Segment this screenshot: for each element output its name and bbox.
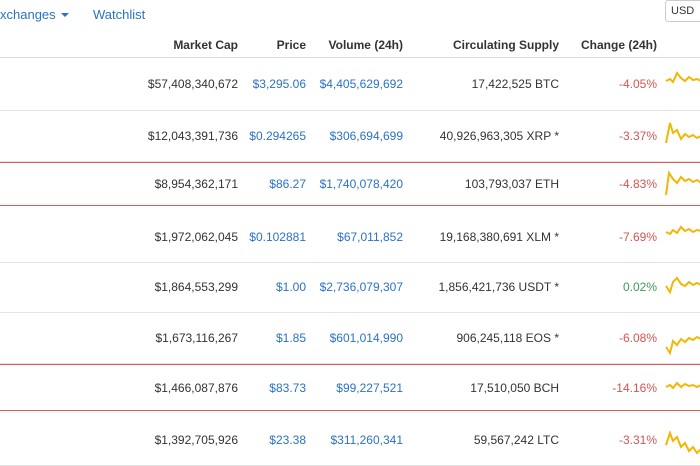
change-cell: -4.05% xyxy=(618,77,657,91)
table-row[interactable]: $1,972,062,045 $0.102881 $67,011,852 19,168… xyxy=(0,212,700,263)
change-cell: -7.69% xyxy=(618,230,657,244)
price-sparkline-graph[interactable] xyxy=(664,121,700,151)
circulating-supply-cell: 40,926,963,305 XRP * xyxy=(439,129,559,143)
market-cap-cell: $1,673,116,267 xyxy=(155,331,238,345)
sparkline-path xyxy=(665,430,700,455)
header-change[interactable]: Change (24h) xyxy=(581,38,657,52)
market-cap-cell: $12,043,391,736 xyxy=(147,129,238,143)
watchlist-link[interactable]: Watchlist xyxy=(93,7,145,22)
price-link[interactable]: $23.38 xyxy=(269,433,306,447)
market-cap-cell: $57,408,340,672 xyxy=(147,77,238,91)
circulating-supply-cell: 17,422,525 BTC xyxy=(471,77,559,91)
volume-link[interactable]: $311,260,341 xyxy=(330,433,403,447)
sparkline-path xyxy=(665,122,700,144)
volume-link[interactable]: $4,405,629,692 xyxy=(320,77,403,91)
circulating-supply-cell: 103,793,037 ETH xyxy=(464,177,559,191)
price-sparkline-graph[interactable] xyxy=(664,169,700,199)
header-volume[interactable]: Volume (24h) xyxy=(329,38,403,52)
table-row[interactable]: $12,043,391,736 $0.294265 $306,694,699 40,9… xyxy=(0,111,700,162)
change-cell: -4.83% xyxy=(618,177,657,191)
change-cell: -3.31% xyxy=(618,433,657,447)
change-cell: -6.08% xyxy=(618,331,657,345)
change-cell: -3.37% xyxy=(618,129,657,143)
sparkline-path xyxy=(665,71,700,84)
circulating-supply-cell: 906,245,118 EOS * xyxy=(456,331,559,345)
circulating-supply-cell: 59,567,242 LTC xyxy=(473,433,559,447)
market-cap-cell: $1,466,087,876 xyxy=(154,381,238,395)
volume-link[interactable]: $306,694,699 xyxy=(330,129,403,143)
table-row[interactable]: $57,408,340,672 $3,295.06 $4,405,629,692 17… xyxy=(0,58,700,111)
price-sparkline-graph[interactable] xyxy=(664,69,700,99)
volume-link[interactable]: $601,014,990 xyxy=(330,331,403,345)
table-row[interactable]: $1,673,116,267 $1.85 $601,014,990 906,245,1… xyxy=(0,313,700,364)
market-cap-cell: $8,954,362,171 xyxy=(154,177,238,191)
currency-select[interactable]: USD xyxy=(665,0,700,22)
header-price[interactable]: Price xyxy=(277,38,306,52)
currency-label: USD xyxy=(671,5,695,17)
volume-link[interactable]: $99,227,521 xyxy=(336,381,403,395)
circulating-supply-cell: 1,856,421,736 USDT * xyxy=(438,280,559,294)
volume-link[interactable]: $67,011,852 xyxy=(337,230,403,244)
price-sparkline-graph[interactable] xyxy=(664,323,700,356)
table-header: Market Cap Price Volume (24h) Circulatin… xyxy=(0,30,700,58)
price-sparkline-graph[interactable] xyxy=(664,222,700,252)
market-cap-cell: $1,392,705,926 xyxy=(154,433,238,447)
table-row[interactable]: $8,954,362,171 $86.27 $1,740,078,420 103,79… xyxy=(0,162,700,206)
price-link[interactable]: $1.85 xyxy=(276,331,306,345)
exchanges-label: xchanges xyxy=(0,7,56,22)
table-row[interactable]: $1,864,553,299 $1.00 $2,736,079,307 1,856,4… xyxy=(0,263,700,313)
table-row[interactable]: $1,466,087,876 $83.73 $99,227,521 17,510,05… xyxy=(0,364,700,411)
change-cell: -14.16% xyxy=(612,381,657,395)
volume-link[interactable]: $1,740,078,420 xyxy=(320,177,403,191)
market-cap-cell: $1,972,062,045 xyxy=(154,230,238,244)
market-cap-cell: $1,864,553,299 xyxy=(154,280,238,294)
sparkline-path xyxy=(665,335,700,356)
price-link[interactable]: $0.294265 xyxy=(249,129,306,143)
sparkline-path xyxy=(665,276,700,295)
price-link[interactable]: $3,295.06 xyxy=(253,77,306,91)
price-link[interactable]: $1.00 xyxy=(276,280,306,294)
price-link[interactable]: $83.73 xyxy=(269,381,306,395)
change-cell: 0.02% xyxy=(622,280,657,294)
table-row[interactable]: $1,392,705,926 $23.38 $311,260,341 59,567,2… xyxy=(0,415,700,466)
top-nav: xchanges Watchlist USD xyxy=(0,0,700,30)
price-sparkline-graph[interactable] xyxy=(664,272,700,302)
price-link[interactable]: $86.27 xyxy=(269,177,306,191)
price-link[interactable]: $0.102881 xyxy=(249,230,306,244)
sparkline-path xyxy=(665,225,700,236)
header-market-cap[interactable]: Market Cap xyxy=(173,38,238,52)
volume-link[interactable]: $2,736,079,307 xyxy=(320,280,403,294)
sparkline-path xyxy=(665,381,700,390)
circulating-supply-cell: 19,168,380,691 XLM * xyxy=(439,230,559,244)
caret-down-icon xyxy=(60,13,69,17)
circulating-supply-cell: 17,510,050 BCH xyxy=(470,381,559,395)
price-sparkline-graph[interactable] xyxy=(664,373,700,403)
header-circulating-supply[interactable]: Circulating Supply xyxy=(453,38,559,52)
exchanges-menu[interactable]: xchanges xyxy=(0,7,69,22)
sparkline-path xyxy=(665,170,700,196)
price-sparkline-graph[interactable] xyxy=(664,425,700,455)
